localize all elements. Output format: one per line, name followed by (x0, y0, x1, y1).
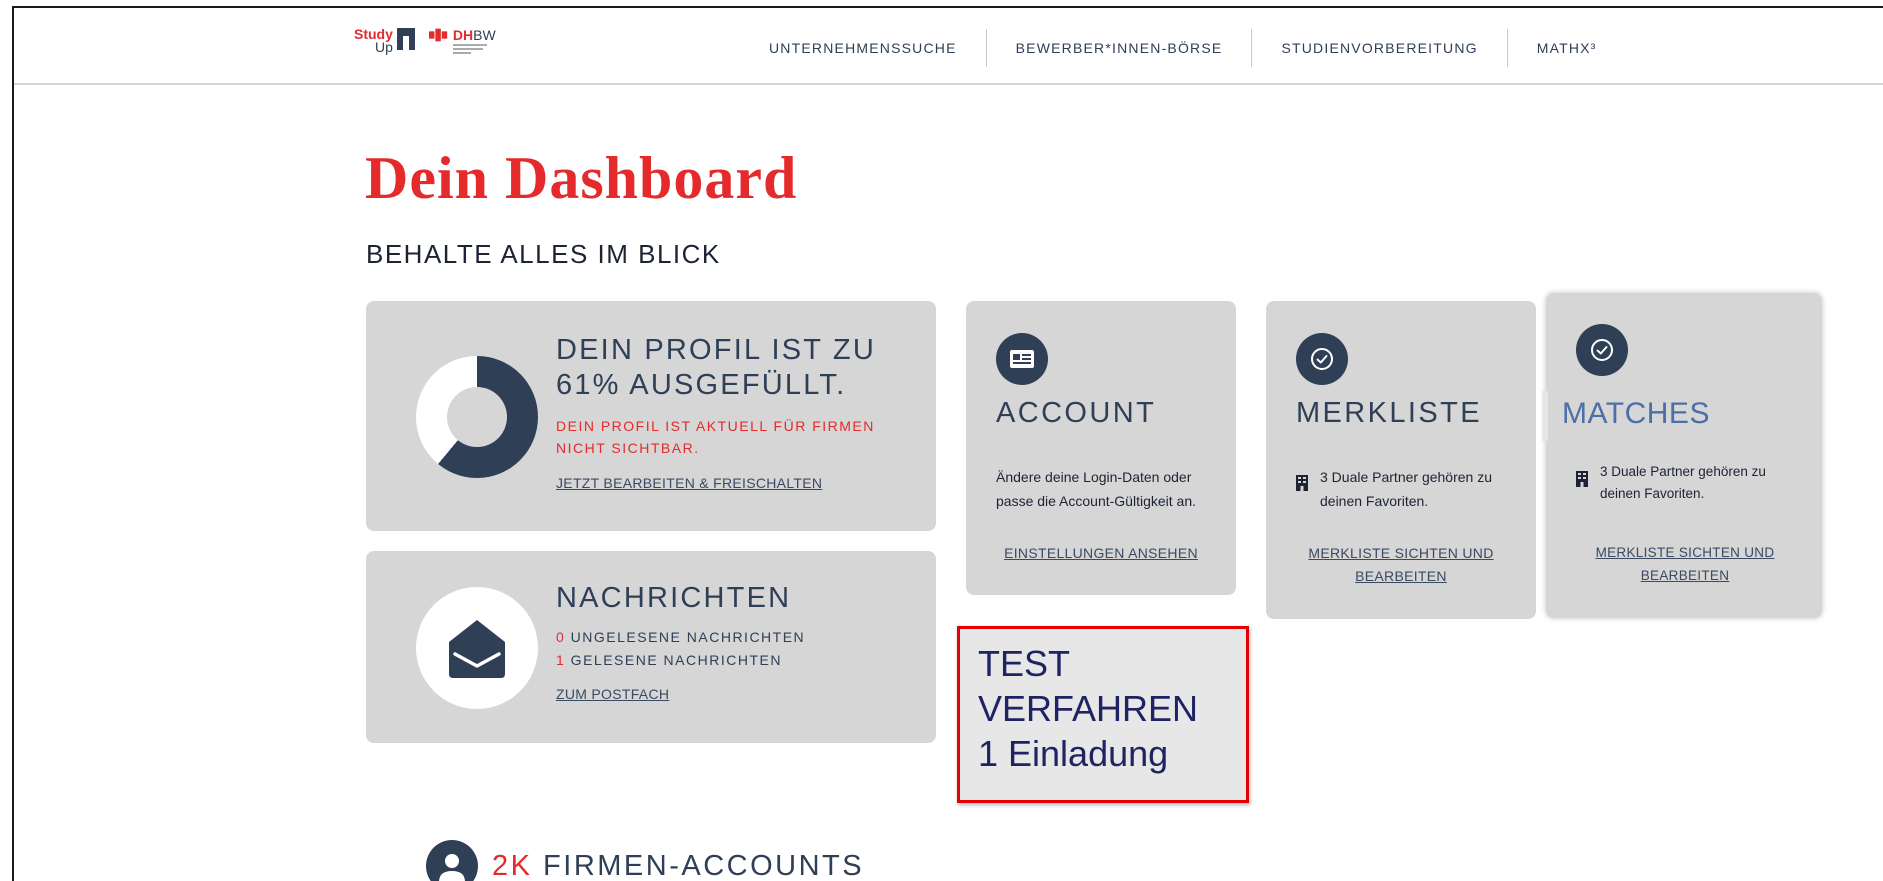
matches-link[interactable]: MERKLISTE SICHTEN UND BEARBEITEN (1570, 541, 1800, 587)
dhbw-mark-icon (428, 28, 448, 42)
page-title: Dein Dashboard (365, 145, 798, 211)
profile-card: DEIN PROFIL IST ZU 61% AUSGEFÜLLT. DEIN … (366, 301, 936, 531)
test-line2: VERFAHREN (978, 688, 1199, 729)
logo-up-text: Up (374, 39, 393, 55)
test-invitation-count: 1 Einladung (978, 733, 1169, 774)
check-circle-icon (1296, 333, 1348, 385)
matches-description-line1: 3 Duale Partner gehören zu (1600, 464, 1766, 479)
account-settings-link[interactable]: EINSTELLUNGEN ANSEHEN (986, 542, 1216, 565)
merkliste-description-line1: 3 Duale Partner gehören zu (1320, 469, 1492, 485)
page-subtitle: BEHALTE ALLES IM BLICK (366, 239, 721, 269)
firmen-label: FIRMEN-ACCOUNTS (532, 849, 865, 881)
profile-edit-link[interactable]: JETZT BEARBEITEN & FREISCHALTEN (556, 475, 926, 491)
messages-text: NACHRICHTEN 0 UNGELESENE NACHRICHTEN 1 G… (556, 581, 926, 702)
profile-progress-donut (416, 356, 538, 478)
messages-icon-circle (416, 587, 538, 709)
merkliste-link-line2: BEARBEITEN (1355, 568, 1447, 584)
firmen-accounts-label: 2K FIRMEN-ACCOUNTS (492, 850, 864, 881)
firmen-accounts-stat: 2K FIRMEN-ACCOUNTS (426, 840, 864, 881)
building-icon (1576, 471, 1588, 487)
studyup-logo: Study Up (354, 27, 415, 55)
dhbw-wordmark: DHBW (452, 27, 496, 43)
main-nav: UNTERNEHMENSSUCHE BEWERBER*INNEN-BÖRSE S… (740, 28, 1626, 68)
account-title: ACCOUNT (996, 397, 1157, 429)
building-icon (1296, 475, 1308, 491)
studyup-wordmark: Study Up (354, 27, 393, 55)
read-count: 1 (556, 652, 566, 668)
account-description-line1: Ändere deine Login-Daten oder (996, 469, 1192, 485)
read-label: GELESENE NACHRICHTEN (565, 652, 782, 668)
merkliste-description-line2: deinen Favoriten. (1320, 493, 1429, 509)
unread-label: UNGELESENE NACHRICHTEN (565, 629, 806, 645)
matches-description-line2: deinen Favoriten. (1600, 486, 1705, 501)
merkliste-link[interactable]: MERKLISTE SICHTEN UND BEARBEITEN (1286, 542, 1516, 588)
nav-mathx3[interactable]: MATHX³ (1508, 28, 1626, 68)
postfach-link[interactable]: ZUM POSTFACH (556, 686, 926, 702)
account-description: Ändere deine Login-Daten oder passe die … (996, 465, 1211, 513)
unread-count: 0 (556, 629, 566, 645)
logo[interactable]: Study Up DHBW (354, 27, 496, 55)
test-line1: TEST (978, 643, 1071, 684)
profile-text: DEIN PROFIL IST ZU 61% AUSGEFÜLLT. DEIN … (556, 333, 926, 491)
matches-description: 3 Duale Partner gehören zu deinen Favori… (1600, 461, 1766, 505)
firmen-count: 2K (492, 849, 533, 881)
merkliste-link-line1: MERKLISTE SICHTEN UND (1308, 545, 1494, 561)
messages-title: NACHRICHTEN (556, 582, 792, 614)
profile-status: DEIN PROFIL IST AKTUELL FÜR FIRMEN NICHT… (556, 415, 926, 459)
matches-link-line2: BEARBEITEN (1640, 568, 1730, 583)
nav-bewerberinnen-boerse[interactable]: BEWERBER*INNEN-BÖRSE (987, 28, 1252, 68)
merkliste-card: MERKLISTE 3 Duale Partner gehören zu dei… (1266, 301, 1536, 619)
user-icon (426, 840, 478, 881)
messages-card: NACHRICHTEN 0 UNGELESENE NACHRICHTEN 1 G… (366, 551, 936, 743)
merkliste-favorites: 3 Duale Partner gehören zu deinen Favori… (1296, 465, 1521, 513)
profile-status-line1: DEIN PROFIL IST AKTUELL FÜR FIRMEN (556, 418, 875, 434)
dhbw-subline (452, 44, 493, 54)
profile-status-line2: NICHT SICHTBAR. (556, 440, 700, 456)
matches-link-line1: MERKLISTE SICHTEN UND (1595, 545, 1775, 560)
check-circle-icon (1576, 324, 1628, 376)
merkliste-title: MERKLISTE (1296, 397, 1482, 429)
read-messages-line: 1 GELESENE NACHRICHTEN (556, 649, 926, 672)
test-verfahren-box[interactable]: TEST VERFAHREN 1 Einladung (957, 626, 1249, 803)
nav-unternehmenssuche[interactable]: UNTERNEHMENSSUCHE (740, 28, 986, 68)
nav-studienvorbereitung[interactable]: STUDIENVORBEREITUNG (1252, 28, 1506, 68)
studyup-mark-icon (396, 28, 415, 50)
dhbw-logo: DHBW (428, 27, 496, 54)
account-card: ACCOUNT Ändere deine Login-Daten oder pa… (966, 301, 1236, 595)
profile-title-line1: DEIN PROFIL IST ZU (556, 334, 876, 366)
account-description-line2: passe die Account-Gültigkeit an. (996, 493, 1197, 509)
profile-title-line2: 61% AUSGEFÜLLT. (556, 369, 847, 401)
merkliste-description: 3 Duale Partner gehören zu deinen Favori… (1320, 465, 1492, 513)
unread-messages-line: 0 UNGELESENE NACHRICHTEN (556, 626, 926, 649)
matches-favorites: 3 Duale Partner gehören zu deinen Favori… (1576, 461, 1801, 505)
envelope-icon (449, 620, 505, 678)
matches-card: MATCHES 3 Duale Partner gehören zu deine… (1542, 293, 1822, 618)
matches-title: MATCHES (1542, 391, 1788, 441)
id-card-icon (996, 333, 1048, 385)
